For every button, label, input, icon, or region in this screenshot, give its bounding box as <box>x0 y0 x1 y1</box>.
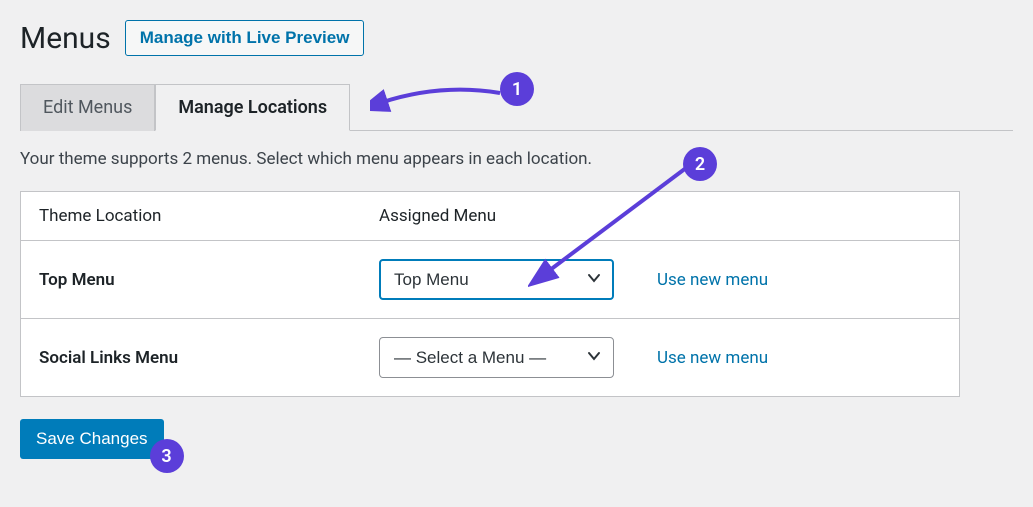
menu-select-wrap: — Select a Menu — <box>379 337 614 378</box>
tab-manage-locations[interactable]: Manage Locations <box>155 84 350 131</box>
save-button[interactable]: Save Changes <box>20 419 164 459</box>
locations-table: Theme Location Assigned Menu Top Menu To… <box>20 191 960 397</box>
annotation-marker-3: 3 <box>150 439 184 473</box>
menu-select-social[interactable]: — Select a Menu — <box>379 337 614 378</box>
live-preview-button[interactable]: Manage with Live Preview <box>125 20 365 56</box>
th-theme-location: Theme Location <box>39 206 379 226</box>
annotation-marker-1: 1 <box>500 72 534 106</box>
description-text: Your theme supports 2 menus. Select whic… <box>20 149 1013 169</box>
table-row: Social Links Menu — Select a Menu — Use … <box>21 319 959 396</box>
use-new-menu-link[interactable]: Use new menu <box>657 348 768 368</box>
page-header: Menus Manage with Live Preview <box>20 20 1013 56</box>
location-label: Top Menu <box>39 270 379 290</box>
annotation-marker-2: 2 <box>683 147 717 181</box>
page-title: Menus <box>20 21 111 56</box>
annotation-arrow <box>528 158 698 288</box>
table-header: Theme Location Assigned Menu <box>21 192 959 241</box>
tab-edit-menus[interactable]: Edit Menus <box>20 84 155 131</box>
table-row: Top Menu Top Menu Use new menu <box>21 241 959 319</box>
annotation-arrow <box>370 78 510 118</box>
location-label: Social Links Menu <box>39 348 379 368</box>
